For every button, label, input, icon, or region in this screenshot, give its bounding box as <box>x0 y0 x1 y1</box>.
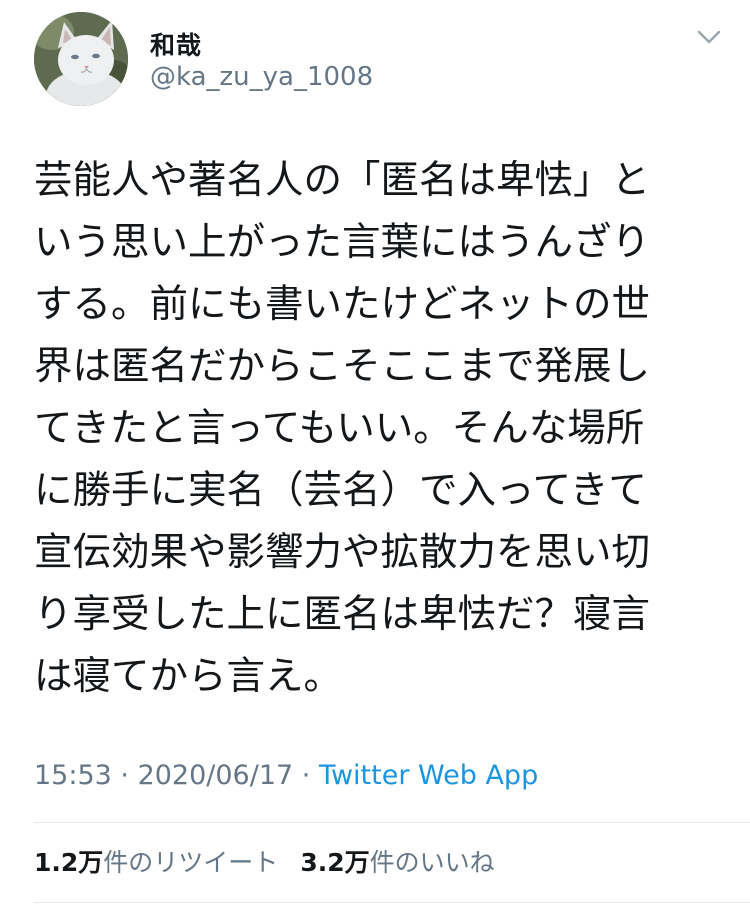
meta-separator: · <box>293 760 319 791</box>
divider <box>34 822 750 823</box>
tweet-meta: 15:53 · 2020/06/17 · Twitter Web App <box>34 760 538 791</box>
tweet-detail: 和哉 @ka_zu_ya_1008 芸能人や著名人の「匿名は卑怯」と いう思い上… <box>0 0 750 905</box>
tweet-text: 芸能人や著名人の「匿名は卑怯」と いう思い上がった言葉にはうんざり する。前にも… <box>34 158 651 699</box>
avatar[interactable] <box>34 12 128 106</box>
tweet-date[interactable]: 2020/06/17 <box>138 760 294 791</box>
tweet-source-link[interactable]: Twitter Web App <box>319 760 538 791</box>
display-name[interactable]: 和哉 <box>150 26 202 62</box>
retweet-count: 1.2万 <box>34 848 104 877</box>
divider <box>34 902 750 903</box>
like-label: 件のいいね <box>369 848 495 877</box>
retweet-label: 件のリツイート <box>103 848 279 877</box>
chevron-down-icon[interactable] <box>695 26 723 48</box>
retweets-stat[interactable]: 1.2万件のリツイート <box>34 848 278 877</box>
like-count: 3.2万 <box>300 848 370 877</box>
tweet-stats: 1.2万件のリツイート 3.2万件のいいね <box>34 843 495 879</box>
user-handle[interactable]: @ka_zu_ya_1008 <box>150 62 373 92</box>
cat-avatar-image <box>34 12 128 106</box>
tweet-time[interactable]: 15:53 <box>34 760 112 791</box>
likes-stat[interactable]: 3.2万件のいいね <box>300 848 494 877</box>
meta-separator: · <box>111 760 138 791</box>
